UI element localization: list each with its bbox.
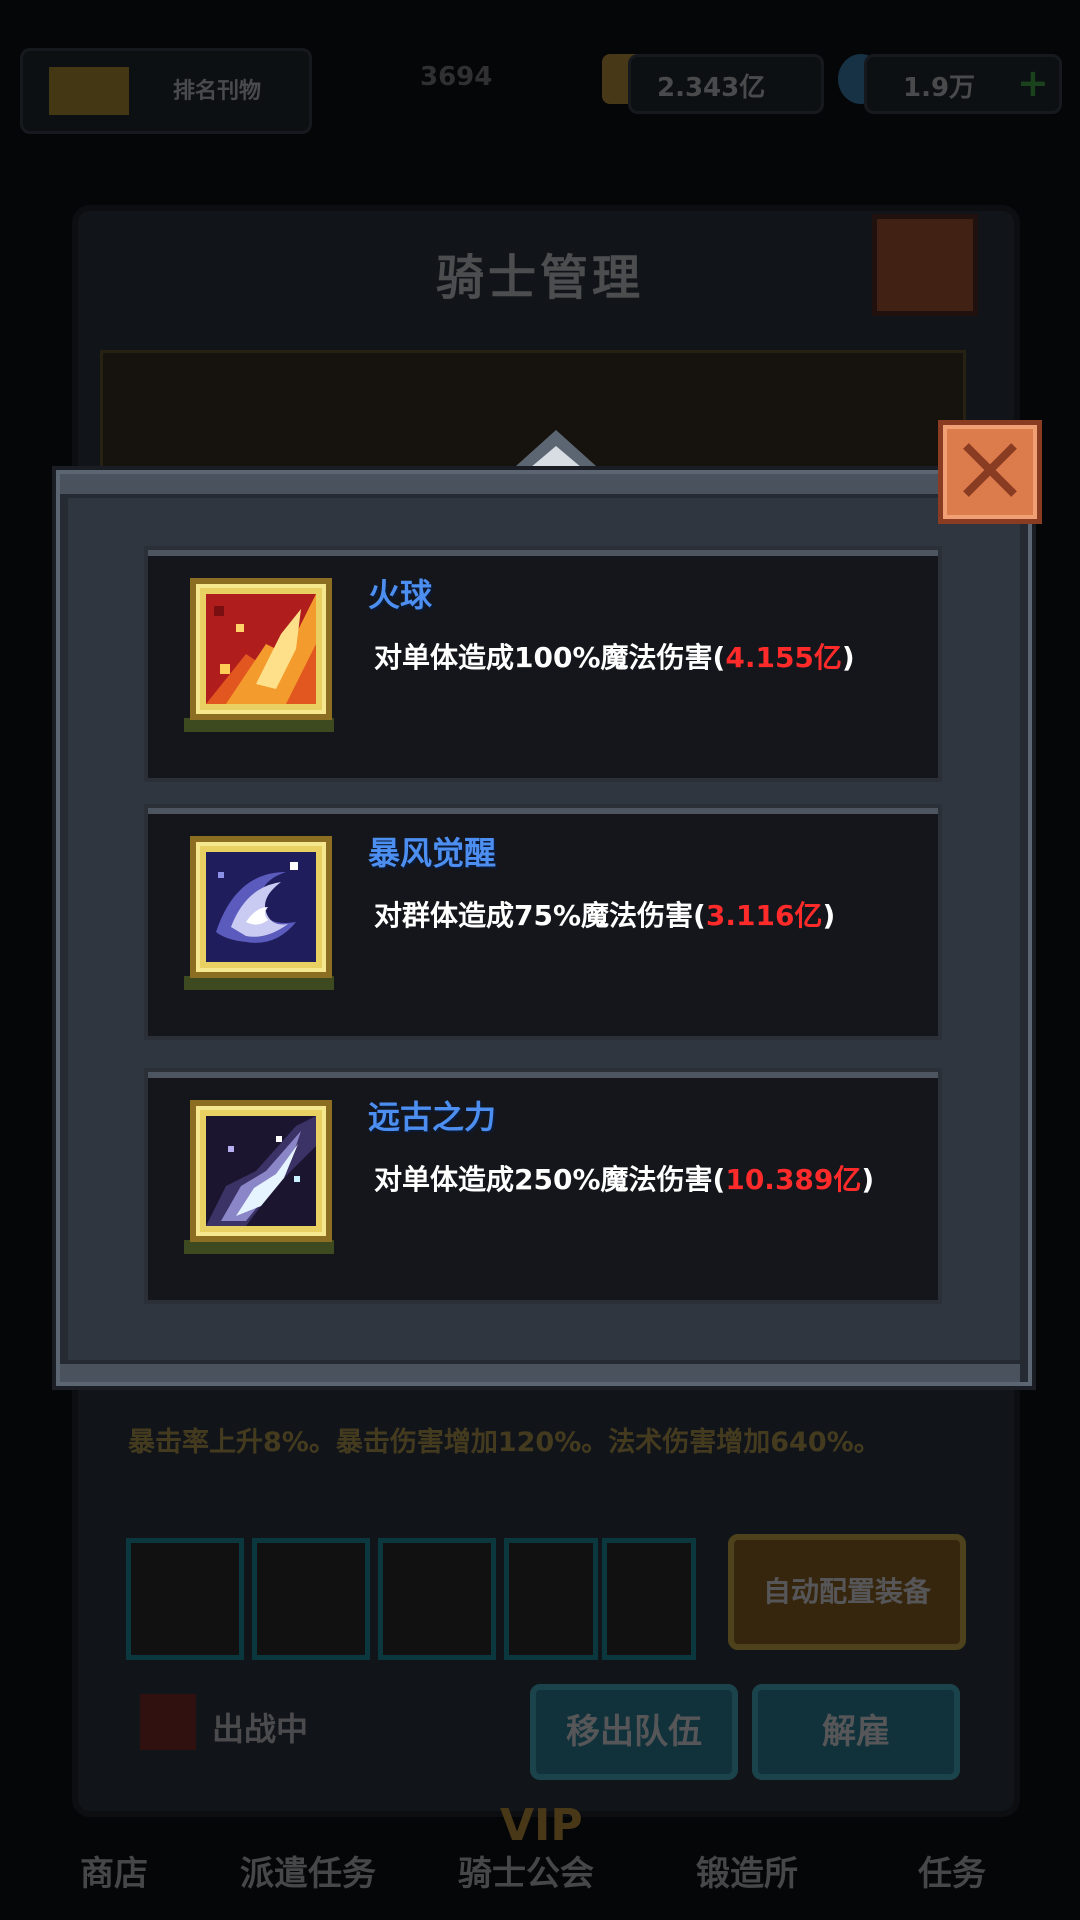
popup-peak-highlight [530,446,582,468]
skill-name: 火球 [368,576,433,614]
storm-awakening-icon [206,852,316,962]
nav-shop[interactable]: 商店 [80,1846,148,1895]
skill-card-fireball: 火球 对单体造成100%魔法伤害(4.155亿) [144,546,942,782]
damage-percent: 75% [514,899,582,932]
equip-slot[interactable] [504,1538,598,1660]
skill-description: 对单体造成250%魔法伤害(10.389亿) [374,1158,874,1198]
desc-mid: 魔法伤害( [600,641,726,674]
ancient-power-icon [206,1116,316,1226]
nav-guild[interactable]: 骑士公会 [458,1846,594,1895]
nav-dispatch[interactable]: 派遣任务 [240,1846,376,1895]
auto-equip-button[interactable]: 自动配置装备 [728,1534,966,1650]
rank-banner-text: 排名刊物 [173,79,262,104]
add-gem-button[interactable]: + [1017,61,1049,105]
icon-shadow [184,976,334,990]
desc-prefix: 对群体造成 [374,899,515,932]
crown-icon [49,67,129,115]
nav-quests[interactable]: 任务 [918,1846,986,1895]
knight-description: 暴击率上升8%。暴击伤害增加120%。法术伤害增加640%。 [128,1427,881,1458]
damage-value: 10.389亿 [725,1163,862,1196]
gem-value: 1.9万 [903,73,976,103]
skill-name: 远古之力 [368,1098,497,1136]
gem-counter: 1.9万 + [864,54,1062,114]
battle-status: 出战中 [212,1710,309,1748]
fireball-icon [206,594,316,704]
popup-top-trim [60,474,1020,498]
nav-forge[interactable]: 锻造所 [696,1846,798,1895]
damage-percent: 100% [514,641,601,674]
skill-name: 暴风觉醒 [368,834,497,872]
damage-value: 3.116亿 [705,899,823,932]
dismiss-button[interactable]: 解雇 [752,1684,960,1780]
skill-icon-frame [190,1100,332,1242]
icon-shadow [184,1240,334,1254]
equip-slot[interactable] [126,1538,244,1660]
desc-suffix: ) [861,1163,875,1196]
equip-slot[interactable] [602,1538,696,1660]
desc-mid: 魔法伤害( [600,1163,726,1196]
damage-percent: 250% [514,1163,601,1196]
skill-icon-frame [190,836,332,978]
rank-banner[interactable]: 排名刊物 [20,48,312,134]
popup-bottom-trim [60,1360,1020,1382]
damage-value: 4.155亿 [725,641,842,674]
close-button[interactable] [938,420,1042,524]
nav-vip-badge: VIP [500,1800,583,1851]
crossed-swords-icon [140,1694,196,1750]
desc-suffix: ) [841,641,855,674]
remove-from-team-button[interactable]: 移出队伍 [530,1684,738,1780]
desc-prefix: 对单体造成 [374,1163,515,1196]
equip-slot[interactable] [252,1538,370,1660]
desc-prefix: 对单体造成 [374,641,515,674]
skill-description: 对群体造成75%魔法伤害(3.116亿) [374,894,835,934]
panel-close-button[interactable] [872,214,978,316]
icon-shadow [184,718,334,732]
desc-mid: 魔法伤害( [581,899,706,932]
gold-counter: 2.343亿 [628,54,824,114]
skill-card-ancient-power: 远古之力 对单体造成250%魔法伤害(10.389亿) [144,1068,942,1304]
rank-value: 3694 [420,62,493,92]
equip-slot[interactable] [378,1538,496,1660]
gold-value: 2.343亿 [657,73,766,103]
skill-icon-frame [190,578,332,720]
skill-description: 对单体造成100%魔法伤害(4.155亿) [374,636,855,676]
skill-card-storm-awakening: 暴风觉醒 对群体造成75%魔法伤害(3.116亿) [144,804,942,1040]
desc-suffix: ) [822,899,836,932]
